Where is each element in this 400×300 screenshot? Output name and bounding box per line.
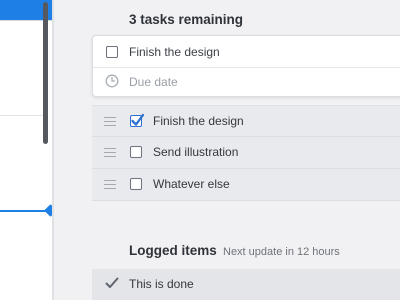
drag-handle-icon[interactable] bbox=[104, 117, 116, 126]
checkmark-icon bbox=[105, 277, 119, 288]
task-row[interactable]: Whatever else bbox=[92, 169, 400, 201]
checkbox-icon[interactable] bbox=[130, 113, 145, 127]
card-divider bbox=[93, 67, 400, 68]
task-label: Whatever else bbox=[153, 177, 230, 191]
task-label: Send illustration bbox=[153, 145, 239, 159]
selection-indicator-line bbox=[0, 210, 48, 212]
tasks-heading: 3 tasks remaining bbox=[129, 12, 244, 27]
checkbox-icon[interactable] bbox=[106, 46, 118, 58]
new-task-card: Finish the design Due date bbox=[92, 35, 400, 97]
task-label: Finish the design bbox=[153, 114, 244, 128]
logged-heading: Logged items bbox=[129, 243, 217, 258]
checkbox-icon[interactable] bbox=[130, 146, 142, 158]
task-row[interactable]: Send illustration bbox=[92, 137, 400, 169]
due-date-input[interactable]: Due date bbox=[129, 75, 178, 89]
new-task-title-input[interactable]: Finish the design bbox=[129, 45, 220, 59]
task-row[interactable]: Finish the design bbox=[92, 105, 400, 137]
task-list: Finish the design Send illustration What… bbox=[92, 105, 400, 201]
left-panel bbox=[0, 0, 57, 300]
left-divider bbox=[0, 115, 43, 116]
scrollbar[interactable] bbox=[43, 2, 48, 144]
task-panel: 3 tasks remaining Finish the design Due … bbox=[54, 0, 400, 300]
logged-subtitle: Next update in 12 hours bbox=[223, 246, 340, 258]
logged-item[interactable]: This is done bbox=[92, 269, 400, 300]
checkbox-icon[interactable] bbox=[130, 178, 142, 190]
clock-icon bbox=[105, 74, 119, 88]
logged-item-label: This is done bbox=[129, 277, 194, 291]
drag-handle-icon[interactable] bbox=[104, 148, 116, 157]
drag-handle-icon[interactable] bbox=[104, 180, 116, 189]
checkmark-icon bbox=[131, 113, 145, 126]
